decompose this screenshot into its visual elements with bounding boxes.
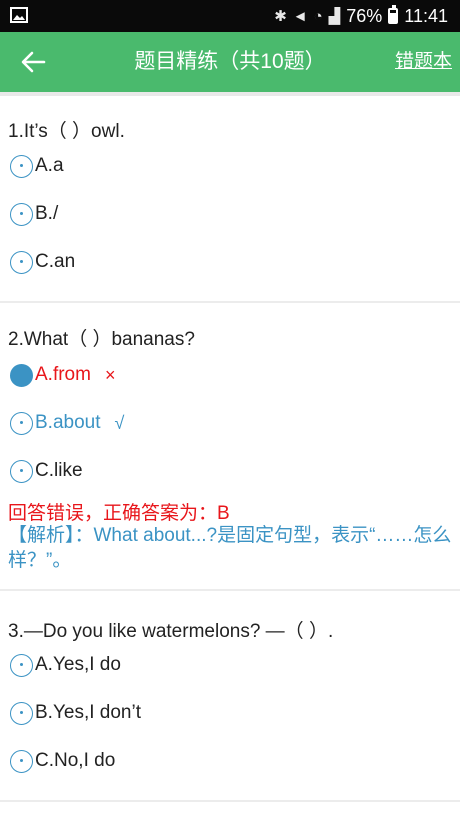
question-list: 1.It’s（ ）owl. A.a B./ C.an 2.What（ ）bana… [0, 92, 460, 818]
option-label: C.No,I do [35, 750, 116, 771]
answer-analysis: 【解析】：What about...?是固定句型，表示“……怎么样？”。 [8, 525, 452, 571]
battery-percent: 76% [346, 5, 383, 26]
status-time: 11:41 [404, 5, 448, 26]
option-label: A.a [35, 155, 64, 176]
divider [0, 589, 460, 591]
option-c[interactable]: C.an [10, 248, 75, 276]
option-c[interactable]: C.like [10, 457, 83, 485]
option-b[interactable]: B.about √ [10, 409, 124, 437]
radio-icon [10, 154, 33, 178]
signal-icon: ▟ [328, 8, 341, 25]
radio-icon [10, 749, 33, 773]
radio-icon [10, 411, 33, 435]
mute-icon: ◄ [292, 7, 308, 25]
gallery-icon [10, 7, 28, 23]
radio-selected-icon [10, 363, 33, 387]
option-label: B.Yes,I don’t [35, 702, 141, 723]
question-text: 3.—Do you like watermelons? —（ ）. [8, 621, 334, 642]
battery-icon [388, 5, 399, 24]
question-text: 2.What（ ）bananas? [8, 329, 195, 350]
answer-result: 回答错误，正确答案为：B [8, 503, 230, 524]
page-title: 题目精练（共10题） [134, 50, 326, 73]
question-text: 1.It’s（ ）owl. [8, 121, 125, 142]
option-label: C.an [35, 251, 76, 272]
option-label: B./ [35, 203, 59, 224]
option-a[interactable]: A.Yes,I do [10, 651, 121, 679]
option-label: A.from [35, 364, 91, 385]
option-b[interactable]: B.Yes,I don’t [10, 699, 141, 727]
option-label: C.like [35, 460, 83, 481]
radio-icon [10, 250, 33, 274]
option-label: B.about [35, 412, 101, 433]
status-right: ✱ ◄ ◔ ▟ 76% 11:41 [274, 0, 448, 32]
option-b[interactable]: B./ [10, 200, 58, 228]
radio-icon [10, 701, 33, 725]
bluetooth-icon: ✱ [274, 8, 287, 25]
option-a[interactable]: A.from × [10, 361, 115, 389]
option-label: A.Yes,I do [35, 654, 121, 675]
correct-mark: √ [114, 412, 125, 433]
radio-icon [10, 459, 33, 483]
option-a[interactable]: A.a [10, 152, 64, 180]
wrong-book-link[interactable]: 错题本 [395, 32, 452, 92]
wifi-icon: ◔ [313, 7, 323, 25]
radio-icon [10, 202, 33, 226]
option-c[interactable]: C.No,I do [10, 747, 115, 775]
divider [0, 800, 460, 802]
divider [0, 301, 460, 303]
radio-icon [10, 653, 33, 677]
status-bar: ✱ ◄ ◔ ▟ 76% 11:41 [0, 0, 460, 32]
app-bar: 题目精练（共10题） 错题本 [0, 32, 460, 92]
wrong-mark: × [104, 364, 116, 385]
